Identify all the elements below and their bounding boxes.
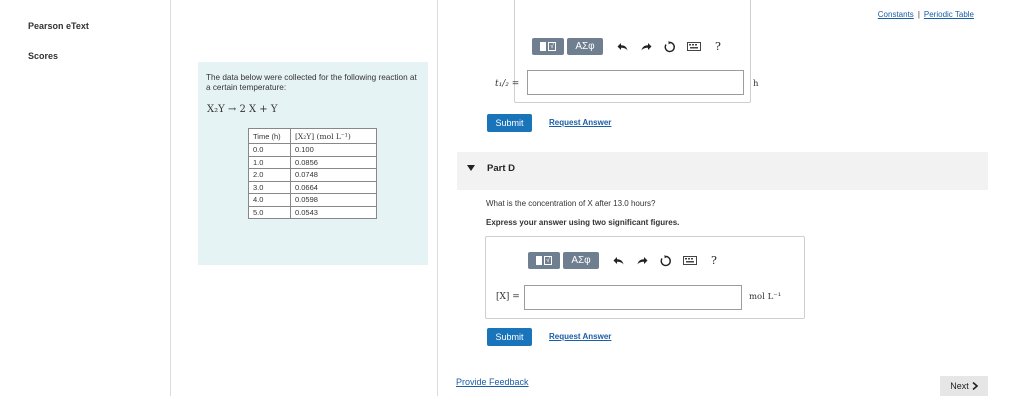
problem-intro: The data below were collected for the fo… [206, 73, 417, 92]
keyboard-icon[interactable] [683, 254, 697, 268]
partc-template-button[interactable]: √ [532, 38, 564, 55]
template-block-icon [536, 256, 542, 265]
partd-input-label: [X] = [496, 292, 520, 302]
help-icon[interactable]: ? [707, 254, 721, 268]
partd-math-toolbar: √ ΑΣφ ? [528, 252, 721, 269]
table-row: 2.0 0.0748 [248, 168, 377, 182]
redo-icon[interactable] [635, 254, 649, 268]
reset-icon[interactable] [659, 254, 673, 268]
next-label: Next [950, 381, 969, 391]
table-cell-time: 5.0 [248, 205, 291, 219]
provide-feedback-link[interactable]: Provide Feedback [456, 377, 529, 387]
table-row: 1.0 0.0856 [248, 155, 377, 169]
header-links: Constants | Periodic Table [878, 10, 974, 19]
table-header-concentration: [X₂Y] (mol L⁻¹) [290, 128, 377, 144]
partd-answer-input[interactable] [524, 285, 742, 310]
table-cell-concentration: 0.0664 [290, 180, 377, 194]
page-root: Pearson eText Scores The data below were… [0, 0, 1024, 396]
data-table: Time (h) [X₂Y] (mol L⁻¹) 0.0 0.100 1.0 0… [248, 128, 377, 219]
table-cell-time: 4.0 [248, 193, 291, 207]
partc-submit-button[interactable]: Submit [487, 114, 532, 132]
reaction-equation: X₂Y → 2 X + Y [207, 104, 278, 115]
table-cell-time: 2.0 [248, 168, 291, 182]
answer-column: Constants | Periodic Table √ ΑΣφ ? t₁/₂ … [438, 0, 1024, 396]
partc-request-answer-link[interactable]: Request Answer [549, 118, 611, 127]
template-block-icon [540, 42, 546, 51]
table-header-time: Time (h) [248, 128, 291, 144]
table-row: 4.0 0.0598 [248, 193, 377, 207]
partd-title: Part D [487, 163, 515, 174]
link-separator: | [917, 10, 920, 19]
chevron-right-icon [972, 382, 978, 390]
partc-answer-input[interactable] [527, 70, 744, 95]
redo-icon[interactable] [639, 40, 653, 54]
partd-question: What is the concentration of X after 13.… [486, 199, 656, 208]
undo-icon[interactable] [615, 40, 629, 54]
table-cell-concentration: 0.0856 [290, 155, 377, 169]
partd-request-answer-link[interactable]: Request Answer [549, 332, 611, 341]
partd-unit: mol L⁻¹ [749, 292, 782, 302]
table-row: 5.0 0.0543 [248, 205, 377, 219]
partc-symbols-button[interactable]: ΑΣφ [567, 38, 603, 55]
partc-unit: h [753, 79, 759, 89]
partc-answer-box: √ ΑΣφ ? t₁/₂ = [495, 0, 751, 103]
sidebar-item-scores[interactable]: Scores [28, 51, 58, 61]
problem-column: The data below were collected for the fo… [171, 0, 438, 396]
table-row: 0.0 0.100 [248, 143, 377, 157]
constants-link[interactable]: Constants [878, 10, 914, 19]
table-cell-time: 0.0 [248, 143, 291, 157]
radical-icon: √ [548, 42, 556, 51]
undo-icon[interactable] [611, 254, 625, 268]
table-row: 3.0 0.0664 [248, 180, 377, 194]
table-cell-concentration: 0.0598 [290, 193, 377, 207]
problem-box: The data below were collected for the fo… [198, 62, 428, 265]
collapse-arrow-icon [467, 165, 475, 171]
next-button[interactable]: Next [940, 376, 988, 396]
periodic-table-link[interactable]: Periodic Table [924, 10, 974, 19]
table-cell-time: 3.0 [248, 180, 291, 194]
sidebar-item-pearson-etext[interactable]: Pearson eText [28, 21, 89, 31]
help-icon[interactable]: ? [711, 40, 725, 54]
partd-header[interactable]: Part D [457, 152, 988, 190]
table-cell-concentration: 0.100 [290, 143, 377, 157]
table-cell-concentration: 0.0748 [290, 168, 377, 182]
partc-input-label: t₁/₂ = [495, 79, 520, 89]
partd-template-button[interactable]: √ [528, 252, 560, 269]
sidebar: Pearson eText Scores [0, 0, 171, 396]
partd-answer-box: √ ΑΣφ ? [X] = mol L⁻¹ [485, 236, 805, 319]
keyboard-icon[interactable] [687, 40, 701, 54]
table-cell-time: 1.0 [248, 155, 291, 169]
table-header-row: Time (h) [X₂Y] (mol L⁻¹) [248, 128, 377, 144]
radical-icon: √ [544, 256, 552, 265]
partd-instruction: Express your answer using two significan… [486, 218, 680, 227]
reset-icon[interactable] [663, 40, 677, 54]
partd-submit-button[interactable]: Submit [487, 328, 532, 346]
table-cell-concentration: 0.0543 [290, 205, 377, 219]
partc-math-toolbar: √ ΑΣφ ? [532, 38, 725, 55]
partd-symbols-button[interactable]: ΑΣφ [563, 252, 599, 269]
